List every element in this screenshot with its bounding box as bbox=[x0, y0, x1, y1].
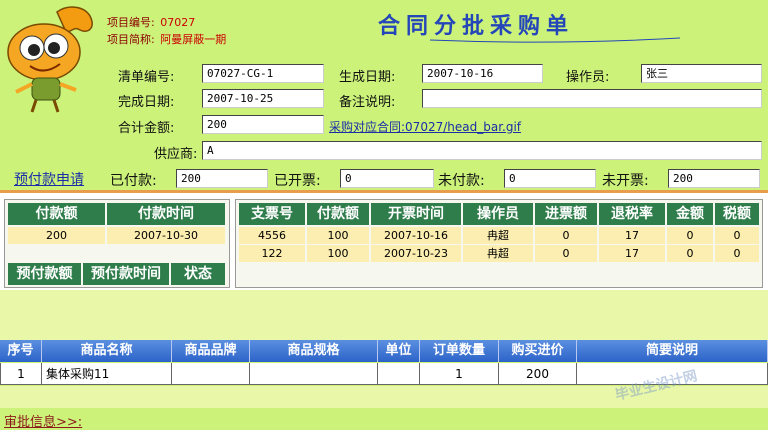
operator-label: 操作员: bbox=[566, 70, 610, 85]
invoice-cell: 100 bbox=[307, 245, 369, 262]
project-number-row: 项目编号: 07027 bbox=[107, 14, 195, 30]
unpaid-field[interactable]: 0 bbox=[504, 169, 596, 188]
invoice-cell: 冉超 bbox=[463, 227, 533, 244]
col-header-invoice-payment: 付款额 bbox=[307, 203, 369, 225]
remark-field[interactable] bbox=[422, 89, 762, 108]
col-header-purchase-price: 购买进价 bbox=[499, 340, 577, 362]
remark-label: 备注说明: bbox=[339, 95, 396, 110]
col-header-payment-time: 付款时间 bbox=[107, 203, 225, 225]
invoice-cell: 0 bbox=[715, 245, 759, 262]
invoiced-label: 已开票: bbox=[274, 173, 321, 189]
col-header-goods-name: 商品名称 bbox=[42, 340, 172, 362]
invoice-cell: 0 bbox=[535, 245, 597, 262]
uninvoiced-label: 未开票: bbox=[602, 173, 649, 189]
goods-cell: 1 bbox=[420, 363, 499, 385]
project-name-value: 阿曼屏蔽一期 bbox=[160, 33, 227, 46]
operator-field[interactable]: 张三 bbox=[641, 64, 762, 83]
invoiced-field[interactable]: 0 bbox=[340, 169, 434, 188]
col-header-amount: 金额 bbox=[667, 203, 713, 225]
payment-table: 付款额 付款时间 200 2007-10-30 预付款额 预付款时间 状态 bbox=[4, 199, 230, 288]
col-header-unit: 单位 bbox=[378, 340, 420, 362]
col-header-invoice-operator: 操作员 bbox=[463, 203, 533, 225]
col-header-prepay-time: 预付款时间 bbox=[83, 263, 169, 285]
title-underline-decoration bbox=[430, 37, 680, 43]
order-no-field[interactable]: 07027-CG-1 bbox=[202, 64, 324, 83]
gen-date-field[interactable]: 2007-10-16 bbox=[422, 64, 543, 83]
paid-field[interactable]: 200 bbox=[176, 169, 268, 188]
payment-amount-cell: 200 bbox=[8, 227, 105, 244]
col-header-order-qty: 订单数量 bbox=[420, 340, 499, 362]
col-header-tax: 税额 bbox=[715, 203, 759, 225]
goods-cell bbox=[378, 363, 420, 385]
invoice-cell: 17 bbox=[599, 245, 665, 262]
invoice-cell: 冉超 bbox=[463, 245, 533, 262]
invoice-cell: 17 bbox=[599, 227, 665, 244]
project-number-label: 项目编号: bbox=[107, 16, 155, 29]
col-header-check-no: 支票号 bbox=[239, 203, 305, 225]
order-no-label: 清单编号: bbox=[118, 70, 175, 85]
invoice-cell: 0 bbox=[715, 227, 759, 244]
goods-cell: 200 bbox=[499, 363, 577, 385]
col-header-description: 简要说明 bbox=[577, 340, 768, 362]
invoice-cell: 100 bbox=[307, 227, 369, 244]
col-header-prepay-amount: 预付款额 bbox=[8, 263, 81, 285]
goods-spacer-top bbox=[0, 290, 768, 340]
invoice-cell: 0 bbox=[667, 245, 713, 262]
goods-cell bbox=[172, 363, 250, 385]
col-header-seq: 序号 bbox=[0, 340, 42, 362]
col-header-invoice-in: 进票额 bbox=[535, 203, 597, 225]
invoice-cell: 2007-10-16 bbox=[371, 227, 461, 244]
supplier-label: 供应商: bbox=[154, 147, 198, 162]
invoice-cell: 122 bbox=[239, 245, 305, 262]
col-header-tax-refund-rate: 退税率 bbox=[599, 203, 665, 225]
contract-link[interactable]: 采购对应合同:07027/head_bar.gif bbox=[329, 118, 521, 135]
order-header-panel: 项目编号: 07027 项目简称: 阿曼屏蔽一期 合同分批采购单 清单编号: 0… bbox=[0, 0, 768, 190]
page-footer bbox=[0, 430, 768, 447]
col-header-spec: 商品规格 bbox=[250, 340, 378, 362]
col-header-prepay-status: 状态 bbox=[171, 263, 225, 285]
prepay-apply-link[interactable]: 预付款申请 bbox=[14, 169, 84, 189]
done-date-field[interactable]: 2007-10-25 bbox=[202, 89, 324, 108]
total-amount-field[interactable]: 200 bbox=[202, 115, 324, 134]
gen-date-label: 生成日期: bbox=[339, 70, 396, 85]
col-header-brand: 商品品牌 bbox=[172, 340, 250, 362]
approval-info-link[interactable]: 审批信息>>: bbox=[4, 411, 82, 430]
invoice-cell: 4556 bbox=[239, 227, 305, 244]
col-header-payment-amount: 付款额 bbox=[8, 203, 105, 225]
done-date-label: 完成日期: bbox=[118, 95, 175, 110]
invoice-cell: 0 bbox=[535, 227, 597, 244]
goods-cell: 集体采购11 bbox=[42, 363, 172, 385]
project-number-value: 07027 bbox=[160, 16, 196, 29]
goods-cell bbox=[250, 363, 378, 385]
invoice-table: 支票号 付款额 开票时间 操作员 进票额 退税率 金额 税额 4556 100 … bbox=[235, 199, 763, 288]
col-header-invoice-time: 开票时间 bbox=[371, 203, 461, 225]
supplier-field[interactable]: A bbox=[202, 141, 762, 160]
payment-tables-area: 付款额 付款时间 200 2007-10-30 预付款额 预付款时间 状态 支票… bbox=[0, 193, 768, 290]
invoice-cell: 2007-10-23 bbox=[371, 245, 461, 262]
total-amount-label: 合计金额: bbox=[118, 121, 175, 136]
payment-time-cell: 2007-10-30 bbox=[107, 227, 225, 244]
paid-label: 已付款: bbox=[110, 173, 157, 189]
goods-panel: 序号 商品名称 商品品牌 商品规格 单位 订单数量 购买进价 简要说明 1 集体… bbox=[0, 290, 768, 447]
project-name-row: 项目简称: 阿曼屏蔽一期 bbox=[107, 31, 226, 47]
goods-cell: 1 bbox=[0, 363, 42, 385]
mascot-logo-icon bbox=[7, 6, 93, 113]
uninvoiced-field[interactable]: 200 bbox=[668, 169, 760, 188]
invoice-cell: 0 bbox=[667, 227, 713, 244]
project-name-label: 项目简称: bbox=[107, 33, 155, 46]
unpaid-label: 未付款: bbox=[438, 173, 485, 189]
